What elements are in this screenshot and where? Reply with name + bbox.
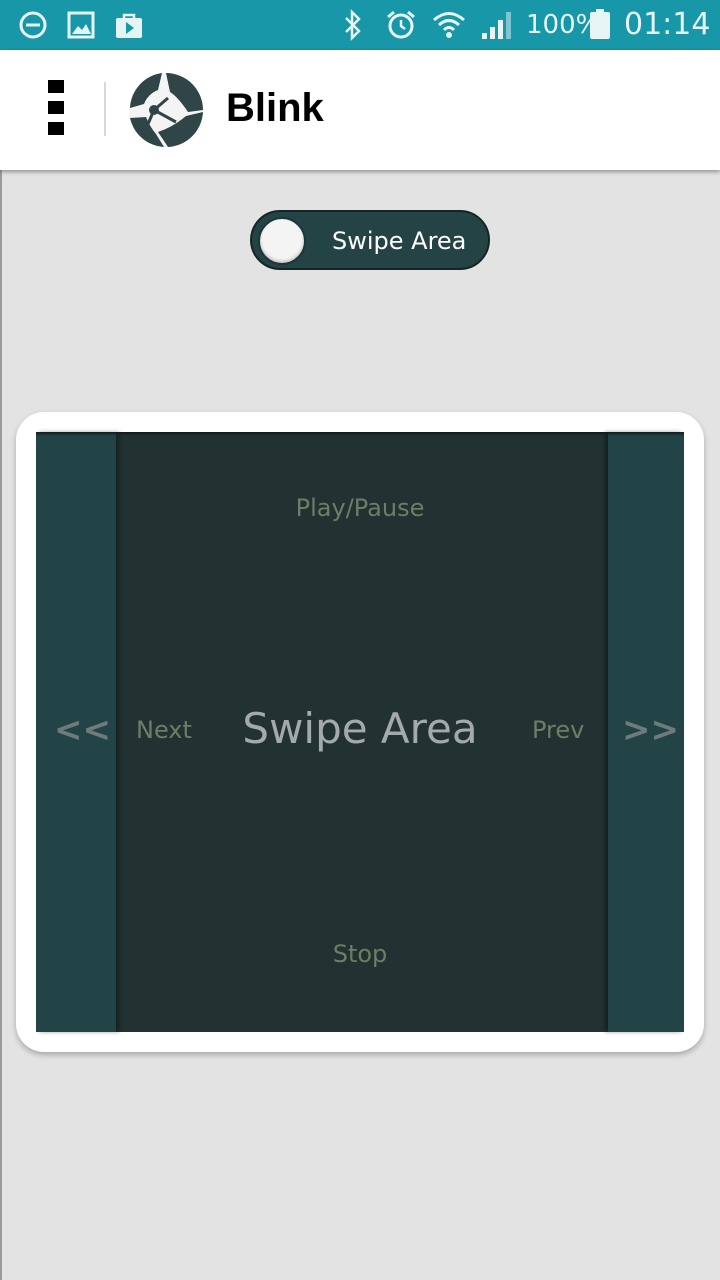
clock: 01:14 — [624, 7, 711, 42]
bluetooth-icon — [336, 8, 370, 42]
app-title: Blink — [226, 86, 324, 130]
alarm-icon — [384, 8, 418, 42]
edge-line — [0, 170, 2, 1280]
do-not-disturb-icon — [16, 8, 50, 42]
signal-icon — [480, 8, 514, 42]
battery-icon — [590, 9, 610, 39]
play-pause-label: Play/Pause — [295, 494, 425, 522]
swipe-area[interactable]: << >> Play/Pause Next Prev Stop Swipe Ar… — [36, 432, 684, 1032]
play-store-icon — [112, 8, 146, 42]
app-bar: Blink — [0, 50, 720, 170]
divider — [104, 82, 106, 136]
status-bar: 100% 01:14 — [0, 0, 720, 50]
swipe-area-title: Swipe Area — [242, 704, 478, 753]
stop-label: Stop — [332, 940, 388, 968]
blink-logo-icon — [128, 72, 204, 148]
swipe-area-toggle[interactable]: Swipe Area — [250, 210, 490, 270]
wifi-icon — [432, 8, 466, 42]
image-icon — [64, 8, 98, 42]
toggle-knob[interactable] — [258, 217, 306, 265]
menu-icon[interactable] — [40, 78, 72, 138]
toggle-label: Swipe Area — [332, 227, 467, 255]
top-shadow — [36, 432, 684, 436]
